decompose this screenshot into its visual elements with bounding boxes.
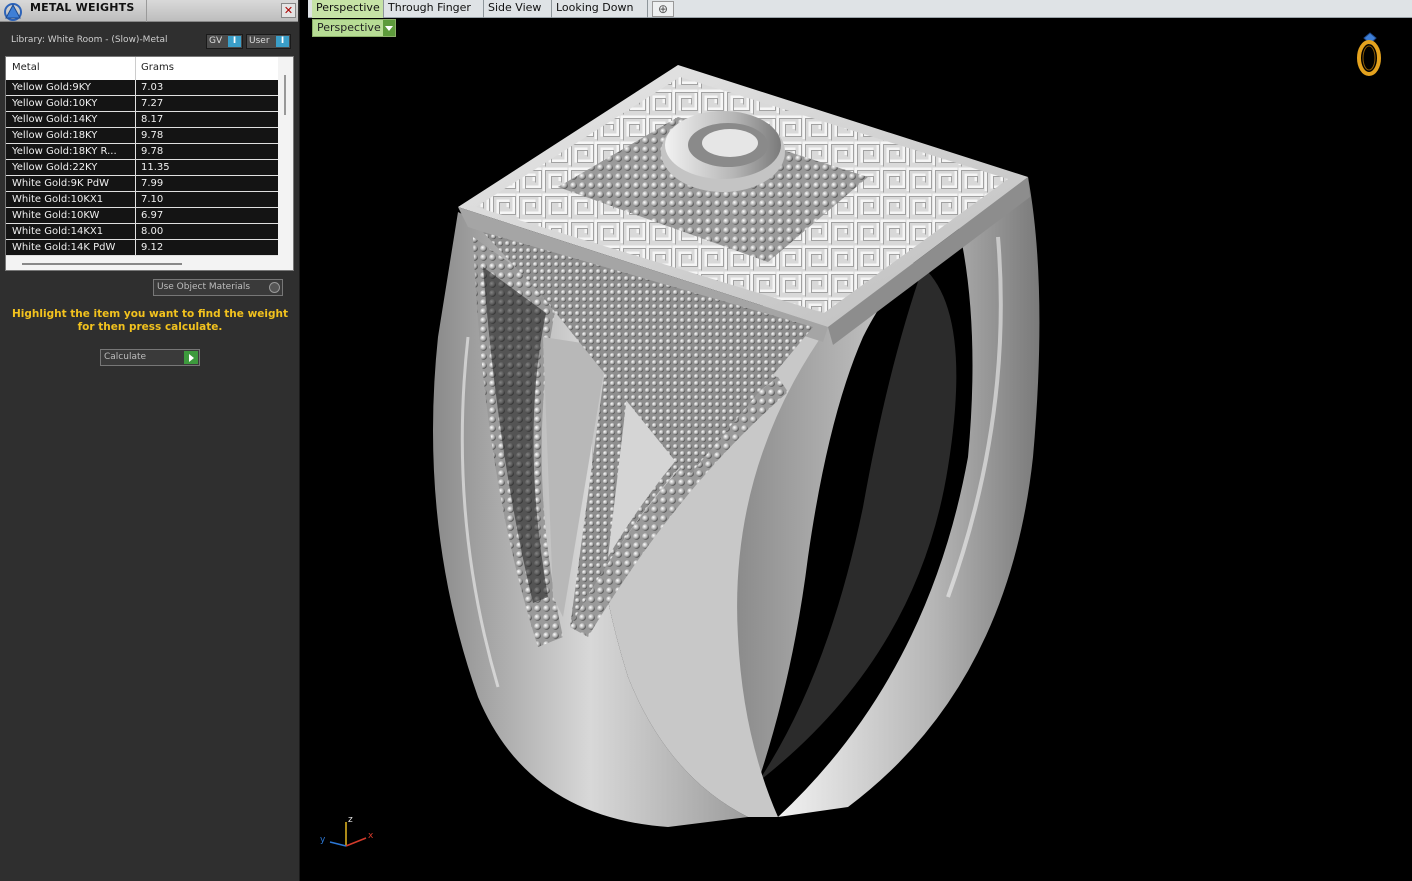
metal-cell: White Gold:9K PdW — [12, 178, 109, 189]
axis-label-z: z — [348, 815, 353, 825]
row-divider — [135, 144, 136, 160]
metal-cell: White Gold:10KX1 — [12, 194, 104, 205]
column-divider — [135, 57, 136, 80]
user-toggle-knob: I — [276, 36, 289, 47]
axis-gizmo-icon: z x y — [320, 815, 374, 847]
table-row[interactable]: Yellow Gold:14KY 8.17 — [6, 112, 278, 128]
row-divider — [135, 128, 136, 144]
metal-cell: White Gold:14KX1 — [12, 226, 104, 237]
table-row[interactable]: Yellow Gold:9KY 7.03 — [6, 80, 278, 96]
metal-cell: Yellow Gold:22KY — [12, 162, 98, 173]
metal-cell: White Gold:10KW — [12, 210, 100, 221]
add-tab-icon[interactable]: ⊕ — [652, 1, 674, 17]
instruction-text: Highlight the item you want to find the … — [10, 308, 290, 334]
table-row[interactable]: Yellow Gold:10KY 7.27 — [6, 96, 278, 112]
instruction-line-1: Highlight the item you want to find the … — [12, 308, 288, 320]
grams-cell: 7.27 — [141, 98, 164, 109]
table-body: Yellow Gold:9KY 7.03 Yellow Gold:10KY 7.27 Y… — [6, 80, 278, 256]
row-divider — [135, 176, 136, 192]
table-row[interactable]: Yellow Gold:18KY R... 9.78 — [6, 144, 278, 160]
metal-cell: Yellow Gold:9KY — [12, 82, 91, 93]
metal-cell: Yellow Gold:18KY R... — [12, 146, 117, 157]
view-mode-dropdown[interactable]: Perspective — [312, 19, 396, 37]
metal-cell: White Gold:14K PdW — [12, 242, 116, 253]
use-object-materials-option[interactable]: Use Object Materials — [153, 279, 283, 296]
app-logo-icon — [4, 3, 22, 21]
row-divider — [135, 240, 136, 256]
column-header-grams[interactable]: Grams — [141, 62, 174, 73]
metal-cell: Yellow Gold:10KY — [12, 98, 98, 109]
row-divider — [135, 192, 136, 208]
table-row[interactable]: White Gold:10KX1 7.10 — [6, 192, 278, 208]
panel-titlebar[interactable]: METAL WEIGHTS ✕ — [0, 0, 298, 22]
table-row[interactable]: White Gold:10KW 6.97 — [6, 208, 278, 224]
user-toggle-label: User — [249, 36, 270, 46]
table-header: Metal Grams — [6, 57, 278, 80]
tab-side-view[interactable]: Side View — [484, 0, 552, 18]
tab-looking-down[interactable]: Looking Down — [552, 0, 648, 18]
3d-viewport[interactable]: Perspective Through Finger Side View Loo… — [308, 0, 1412, 881]
use-object-materials-label: Use Object Materials — [157, 282, 251, 292]
metal-cell: Yellow Gold:14KY — [12, 114, 98, 125]
grams-cell: 7.03 — [141, 82, 164, 93]
axis-label-x: x — [368, 831, 374, 841]
grams-cell: 8.00 — [141, 226, 164, 237]
column-header-metal[interactable]: Metal — [12, 62, 40, 73]
gv-toggle-label: GV — [209, 36, 223, 46]
grams-cell: 9.78 — [141, 146, 164, 157]
ring-render[interactable] — [308, 37, 1412, 881]
view-tabs: Perspective Through Finger Side View Loo… — [308, 0, 1412, 18]
tab-through-finger[interactable]: Through Finger — [384, 0, 484, 18]
calculate-button[interactable]: Calculate — [100, 349, 200, 366]
metal-cell: Yellow Gold:18KY — [12, 130, 98, 141]
gv-toggle-knob: I — [228, 36, 241, 47]
grams-cell: 7.10 — [141, 194, 164, 205]
grams-cell: 11.35 — [141, 162, 170, 173]
grams-cell: 9.78 — [141, 130, 164, 141]
table-row[interactable]: Yellow Gold:22KY 11.35 — [6, 160, 278, 176]
play-arrow-icon[interactable] — [184, 351, 198, 364]
horizontal-scrollbar[interactable] — [22, 263, 182, 265]
close-icon[interactable]: ✕ — [281, 3, 296, 18]
metal-weights-table: Metal Grams Yellow Gold:9KY 7.03 Yellow Go… — [5, 56, 294, 271]
grams-cell: 6.97 — [141, 210, 164, 221]
panel-title: METAL WEIGHTS — [30, 1, 135, 14]
calculate-label: Calculate — [104, 352, 147, 362]
library-label: Library: White Room - (Slow)-Metal — [11, 35, 168, 45]
tab-perspective[interactable]: Perspective — [312, 0, 384, 18]
user-toggle[interactable]: User I — [246, 34, 291, 49]
radio-icon[interactable] — [269, 282, 280, 293]
scrollbar-thumb[interactable] — [284, 75, 286, 115]
row-divider — [135, 224, 136, 240]
table-row[interactable]: White Gold:14KX1 8.00 — [6, 224, 278, 240]
grams-cell: 7.99 — [141, 178, 164, 189]
chevron-down-icon[interactable] — [383, 20, 395, 36]
title-divider — [146, 0, 147, 22]
table-row[interactable]: White Gold:9K PdW 7.99 — [6, 176, 278, 192]
row-divider — [135, 160, 136, 176]
row-divider — [135, 208, 136, 224]
table-row[interactable]: White Gold:14K PdW 9.12 — [6, 240, 278, 256]
row-divider — [135, 80, 136, 96]
gv-toggle[interactable]: GV I — [206, 34, 243, 49]
metal-weights-panel: METAL WEIGHTS ✕ Library: White Room - (S… — [0, 0, 300, 881]
ring-logo-icon[interactable] — [1352, 30, 1384, 78]
view-mode-value: Perspective — [317, 21, 381, 34]
axis-label-y: y — [320, 835, 326, 845]
grams-cell: 9.12 — [141, 242, 164, 253]
grams-cell: 8.17 — [141, 114, 164, 125]
instruction-line-2: for then press calculate. — [77, 321, 223, 333]
table-row[interactable]: Yellow Gold:18KY 9.78 — [6, 128, 278, 144]
row-divider — [135, 112, 136, 128]
vertical-scrollbar[interactable] — [278, 57, 293, 257]
row-divider — [135, 96, 136, 112]
